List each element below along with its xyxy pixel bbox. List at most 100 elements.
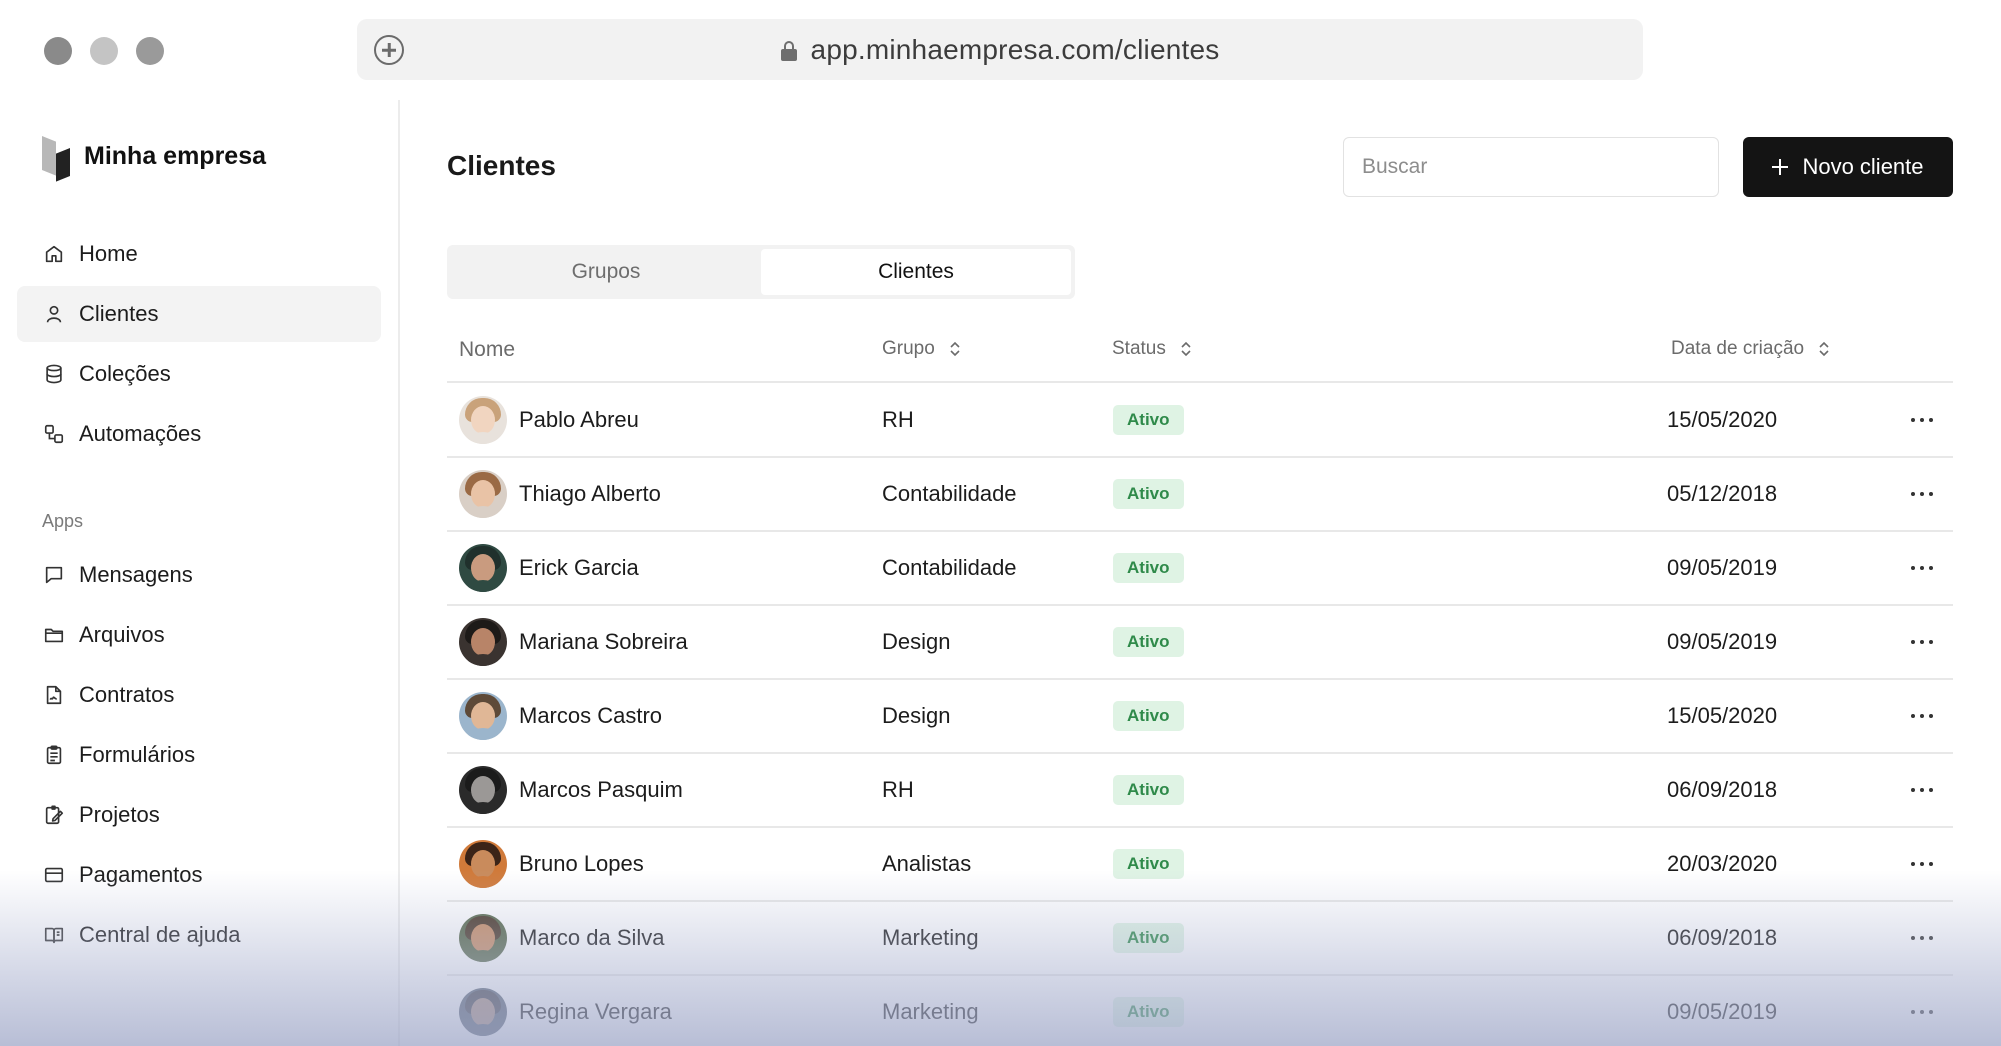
sidebar-item-label: Central de ajuda: [79, 922, 241, 947]
creation-date: 05/12/2018: [1667, 480, 1778, 506]
sidebar-item-label: Home: [79, 241, 138, 266]
sidebar-item-projetos[interactable]: Projetos: [17, 787, 381, 843]
window-controls: [44, 37, 164, 65]
client-group: Design: [882, 702, 951, 728]
avatar: [459, 692, 507, 740]
table-row[interactable]: Marco da Silva Marketing Ativo 06/09/2018: [447, 901, 1953, 974]
more-options-icon[interactable]: [1911, 706, 1933, 726]
home-icon: [43, 243, 65, 265]
sidebar-item-formularios[interactable]: Formulários: [17, 727, 381, 783]
automation-icon: [43, 423, 65, 445]
close-window-button[interactable]: [44, 37, 72, 65]
status-badge: Ativo: [1113, 479, 1184, 509]
table-row[interactable]: Marcos Castro Design Ativo 15/05/2020: [447, 679, 1953, 752]
contract-icon: [43, 684, 65, 706]
sidebar-item-mensagens[interactable]: Mensagens: [17, 547, 381, 603]
table-row[interactable]: Regina Vergara Marketing Ativo 09/05/2019: [447, 975, 1953, 1046]
sidebar-item-arquivos[interactable]: Arquivos: [17, 607, 381, 663]
client-name[interactable]: Mariana Sobreira: [519, 605, 688, 678]
brand-name: Minha empresa: [84, 141, 267, 170]
more-options-icon[interactable]: [1911, 928, 1933, 948]
table-row[interactable]: Thiago Alberto Contabilidade Ativo 05/12/20…: [447, 457, 1953, 530]
creation-date: 09/05/2019: [1667, 628, 1778, 654]
creation-date: 06/09/2018: [1667, 776, 1778, 802]
tab-clientes[interactable]: Clientes: [761, 249, 1071, 295]
more-options-icon[interactable]: [1911, 780, 1933, 800]
column-header-grupo[interactable]: Grupo: [882, 338, 960, 360]
client-group: Marketing: [882, 998, 979, 1024]
column-header-label: Grupo: [882, 338, 935, 359]
more-options-icon[interactable]: [1911, 854, 1933, 874]
sidebar-item-home[interactable]: Home: [17, 226, 381, 282]
avatar: [459, 766, 507, 814]
more-options-icon[interactable]: [1911, 410, 1933, 430]
client-name[interactable]: Marco da Silva: [519, 901, 665, 974]
page-title: Clientes: [447, 150, 556, 181]
column-header-label: Data de criação: [1671, 338, 1805, 359]
sidebar-item-automacoes[interactable]: Automações: [17, 406, 381, 462]
sidebar-item-label: Formulários: [79, 742, 196, 767]
more-options-icon[interactable]: [1911, 632, 1933, 652]
sort-icon[interactable]: [1180, 341, 1191, 357]
status-badge: Ativo: [1113, 553, 1184, 583]
sidebar-item-clientes[interactable]: Clientes: [17, 286, 381, 342]
creation-date: 09/05/2019: [1667, 998, 1778, 1024]
client-group: RH: [882, 776, 914, 802]
status-badge: Ativo: [1113, 627, 1184, 657]
avatar: [459, 618, 507, 666]
browser-chrome: app.minhaempresa.com/clientes: [0, 0, 2001, 100]
creation-date: 20/03/2020: [1667, 850, 1778, 876]
more-options-icon[interactable]: [1911, 1002, 1933, 1022]
apps-section-label: Apps: [42, 511, 84, 531]
client-name[interactable]: Regina Vergara: [519, 975, 672, 1046]
status-badge: Ativo: [1113, 849, 1184, 879]
more-options-icon[interactable]: [1911, 558, 1933, 578]
sort-icon[interactable]: [949, 341, 960, 357]
minimize-window-button[interactable]: [90, 37, 118, 65]
creation-date: 15/05/2020: [1667, 702, 1778, 728]
creation-date: 06/09/2018: [1667, 924, 1778, 950]
search-input[interactable]: [1343, 137, 1719, 197]
folder-icon: [43, 624, 65, 646]
more-options-icon[interactable]: [1911, 484, 1933, 504]
tab-grupos[interactable]: Grupos: [451, 249, 761, 295]
table-row[interactable]: Marcos Pasquim RH Ativo 06/09/2018: [447, 753, 1953, 826]
client-name[interactable]: Marcos Castro: [519, 679, 662, 752]
address-bar[interactable]: app.minhaempresa.com/clientes: [357, 19, 1643, 80]
new-client-button[interactable]: Novo cliente: [1743, 137, 1953, 197]
table-row[interactable]: Erick Garcia Contabilidade Ativo 09/05/2019: [447, 531, 1953, 604]
sidebar-item-contratos[interactable]: Contratos: [17, 667, 381, 723]
table-row[interactable]: Mariana Sobreira Design Ativo 09/05/2019: [447, 605, 1953, 678]
client-name[interactable]: Bruno Lopes: [519, 827, 644, 900]
sidebar-item-label: Mensagens: [79, 562, 193, 587]
column-header-status[interactable]: Status: [1112, 338, 1191, 360]
status-badge: Ativo: [1113, 997, 1184, 1027]
client-group: Contabilidade: [882, 554, 1017, 580]
column-header-nome[interactable]: Nome: [459, 338, 515, 362]
sort-icon[interactable]: [1818, 341, 1829, 357]
sidebar-item-central-de-ajuda[interactable]: Central de ajuda: [17, 907, 381, 963]
table-row[interactable]: Pablo Abreu RH Ativo 15/05/2020: [447, 383, 1953, 456]
new-tab-icon[interactable]: [374, 35, 404, 65]
table-row[interactable]: Bruno Lopes Analistas Ativo 20/03/2020: [447, 827, 1953, 900]
client-name[interactable]: Thiago Alberto: [519, 457, 661, 530]
client-name[interactable]: Pablo Abreu: [519, 383, 639, 456]
brand-logo[interactable]: Minha empresa: [42, 136, 267, 182]
sidebar-item-label: Automações: [79, 421, 202, 446]
sidebar-item-pagamentos[interactable]: Pagamentos: [17, 847, 381, 903]
database-icon: [43, 363, 65, 385]
lock-icon: [780, 40, 797, 61]
client-name[interactable]: Erick Garcia: [519, 531, 639, 604]
sidebar-item-colecoes[interactable]: Coleções: [17, 346, 381, 402]
avatar: [459, 470, 507, 518]
maximize-window-button[interactable]: [136, 37, 164, 65]
avatar: [459, 914, 507, 962]
avatar: [459, 840, 507, 888]
message-icon: [43, 564, 65, 586]
help-book-icon: [43, 924, 65, 946]
creation-date: 09/05/2019: [1667, 554, 1778, 580]
sidebar-item-label: Pagamentos: [79, 862, 203, 887]
column-header-data[interactable]: Data de criação: [1671, 338, 1829, 360]
client-name[interactable]: Marcos Pasquim: [519, 753, 683, 826]
url-text[interactable]: app.minhaempresa.com/clientes: [811, 34, 1220, 66]
